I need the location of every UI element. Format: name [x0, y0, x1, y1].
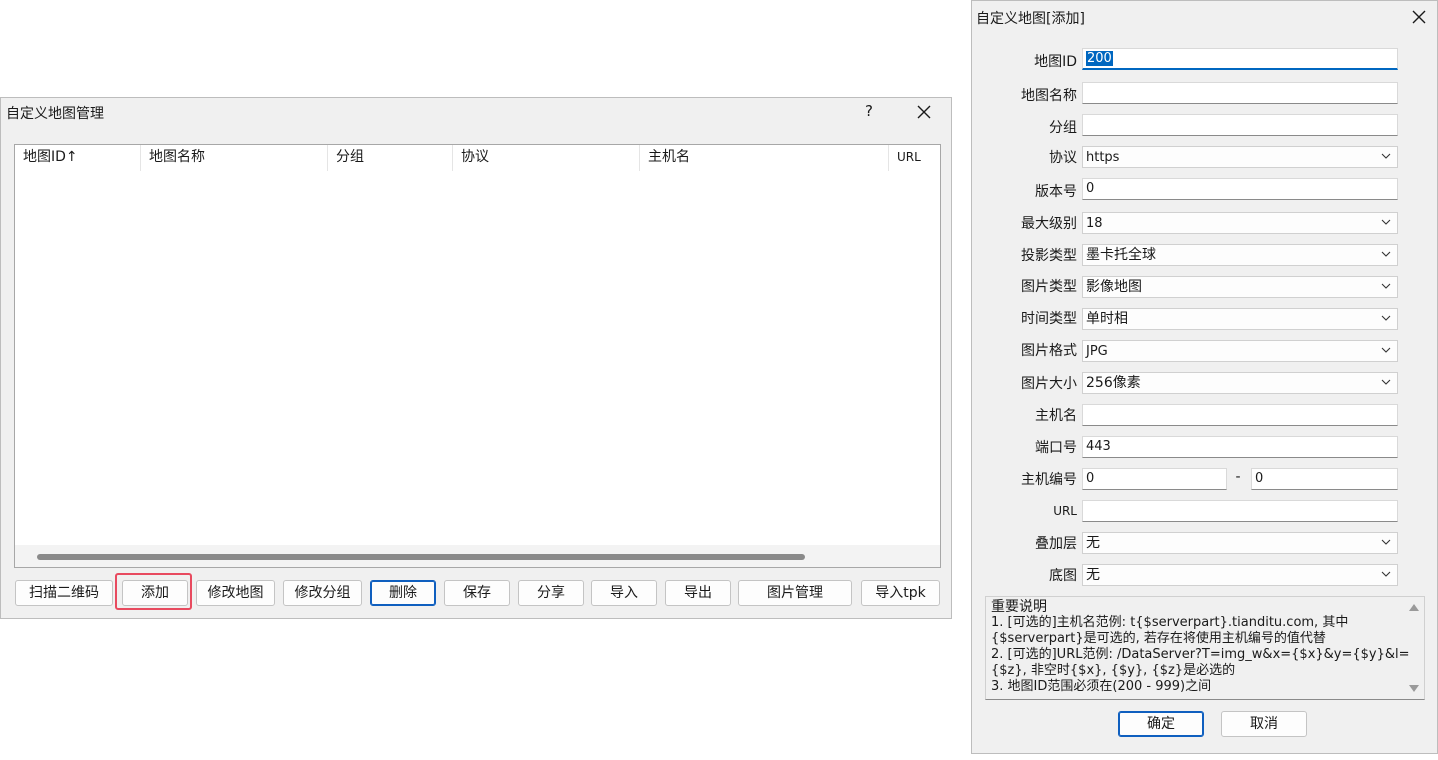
image-format-label: 图片格式: [1021, 343, 1077, 359]
protocol-value: https: [1086, 150, 1120, 165]
chevron-down-icon: [1381, 379, 1391, 385]
base-value: 无: [1086, 567, 1100, 583]
save-button[interactable]: 保存: [444, 580, 510, 606]
projection-label: 投影类型: [1021, 248, 1077, 264]
column-host[interactable]: 主机名: [640, 145, 889, 171]
horizontal-scrollbar[interactable]: [15, 545, 940, 567]
column-group[interactable]: 分组: [328, 145, 453, 171]
import-button[interactable]: 导入: [591, 580, 657, 606]
port-input[interactable]: 443: [1082, 436, 1398, 458]
host-num-to-input[interactable]: 0: [1251, 468, 1398, 490]
column-map-name[interactable]: 地图名称: [141, 145, 328, 171]
overlay-value: 无: [1086, 535, 1100, 551]
protocol-select[interactable]: https: [1082, 146, 1398, 168]
notes-line: 2. [可选的]URL范例: /DataServer?T=img_w&x={$x…: [991, 647, 1410, 662]
max-level-label: 最大级别: [1021, 216, 1077, 232]
notes-textarea[interactable]: 重要说明 1. [可选的]主机名范例: t{$serverpart}.tiand…: [985, 596, 1425, 700]
max-level-value: 18: [1086, 216, 1103, 231]
overlay-label: 叠加层: [1035, 536, 1077, 552]
image-size-label: 图片大小: [1021, 376, 1077, 392]
protocol-label: 协议: [1049, 150, 1077, 166]
notes-heading: 重要说明: [991, 599, 1047, 615]
chevron-down-icon: [1381, 153, 1391, 159]
add-map-dialog: 自定义地图[添加] 地图ID 200 地图名称 分组 协议 https 版本号 …: [971, 0, 1438, 754]
base-select[interactable]: 无: [1082, 564, 1398, 586]
image-format-select[interactable]: JPG: [1082, 340, 1398, 362]
image-manage-button[interactable]: 图片管理: [738, 580, 852, 606]
map-name-input[interactable]: [1082, 82, 1398, 104]
cancel-button[interactable]: 取消: [1221, 711, 1307, 737]
scrollbar-thumb[interactable]: [37, 554, 805, 560]
host-input[interactable]: [1082, 404, 1398, 426]
scroll-up-icon[interactable]: [1409, 603, 1419, 611]
overlay-select[interactable]: 无: [1082, 532, 1398, 554]
host-num-label: 主机编号: [1021, 472, 1077, 488]
host-num-separator: -: [1235, 469, 1241, 485]
export-button[interactable]: 导出: [665, 580, 731, 606]
version-label: 版本号: [1035, 184, 1077, 200]
edit-group-button[interactable]: 修改分组: [283, 580, 362, 606]
image-size-select[interactable]: 256像素: [1082, 372, 1398, 394]
column-protocol[interactable]: 协议: [453, 145, 640, 171]
map-manager-window: 自定义地图管理 ? 地图ID↑ 地图名称 分组 协议 主机名 URL 扫描二维码…: [0, 97, 952, 619]
close-icon[interactable]: [911, 100, 937, 124]
chevron-down-icon: [1381, 251, 1391, 257]
map-list[interactable]: 地图ID↑ 地图名称 分组 协议 主机名 URL: [14, 144, 941, 568]
chevron-down-icon: [1381, 571, 1391, 577]
chevron-down-icon: [1381, 315, 1391, 321]
url-input[interactable]: [1082, 500, 1398, 522]
chevron-down-icon: [1381, 347, 1391, 353]
host-label: 主机名: [1035, 408, 1077, 424]
scroll-down-icon[interactable]: [1409, 685, 1419, 693]
notes-line: {$serverpart}是可选的, 若存在将使用主机编号的值代替: [991, 631, 1326, 646]
add-button[interactable]: 添加: [122, 580, 188, 606]
scan-qr-button[interactable]: 扫描二维码: [15, 580, 113, 606]
edit-map-button[interactable]: 修改地图: [196, 580, 275, 606]
delete-button[interactable]: 删除: [370, 580, 436, 606]
image-type-label: 图片类型: [1021, 279, 1077, 295]
column-map-id[interactable]: 地图ID↑: [15, 145, 141, 171]
max-level-select[interactable]: 18: [1082, 212, 1398, 234]
import-tpk-button[interactable]: 导入tpk: [861, 580, 940, 606]
ok-button[interactable]: 确定: [1118, 711, 1204, 737]
version-input[interactable]: 0: [1082, 178, 1398, 200]
time-type-select[interactable]: 单时相: [1082, 308, 1398, 330]
notes-line: 3. 地图ID范围必须在(200 - 999)之间: [991, 679, 1212, 694]
map-id-label: 地图ID: [1034, 54, 1077, 70]
close-icon[interactable]: [1406, 5, 1432, 29]
map-id-value: 200: [1086, 51, 1113, 66]
notes-line: 1. [可选的]主机名范例: t{$serverpart}.tianditu.c…: [991, 615, 1349, 630]
help-button[interactable]: ?: [859, 102, 879, 120]
image-type-select[interactable]: 影像地图: [1082, 276, 1398, 298]
group-label: 分组: [1049, 120, 1077, 136]
chevron-down-icon: [1381, 219, 1391, 225]
chevron-down-icon: [1381, 283, 1391, 289]
base-label: 底图: [1049, 568, 1077, 584]
group-input[interactable]: [1082, 114, 1398, 136]
notes-line: {$z}, 非空时{$x}, {$y}, {$z}是必选的: [991, 663, 1236, 678]
chevron-down-icon: [1381, 539, 1391, 545]
share-button[interactable]: 分享: [518, 580, 584, 606]
map-name-label: 地图名称: [1021, 88, 1077, 104]
image-size-value: 256像素: [1086, 375, 1141, 391]
dialog-title: 自定义地图[添加]: [976, 11, 1085, 27]
projection-select[interactable]: 墨卡托全球: [1082, 244, 1398, 266]
image-type-value: 影像地图: [1086, 279, 1142, 295]
url-label: URL: [1053, 504, 1077, 518]
column-url[interactable]: URL: [889, 145, 940, 171]
host-num-from-input[interactable]: 0: [1082, 468, 1227, 490]
projection-value: 墨卡托全球: [1086, 247, 1156, 263]
window-title: 自定义地图管理: [6, 106, 104, 122]
port-label: 端口号: [1035, 440, 1077, 456]
list-header: 地图ID↑ 地图名称 分组 协议 主机名 URL: [15, 145, 940, 171]
map-id-input[interactable]: 200: [1082, 48, 1398, 70]
time-type-value: 单时相: [1086, 311, 1128, 327]
image-format-value: JPG: [1086, 344, 1108, 359]
time-type-label: 时间类型: [1021, 311, 1077, 327]
